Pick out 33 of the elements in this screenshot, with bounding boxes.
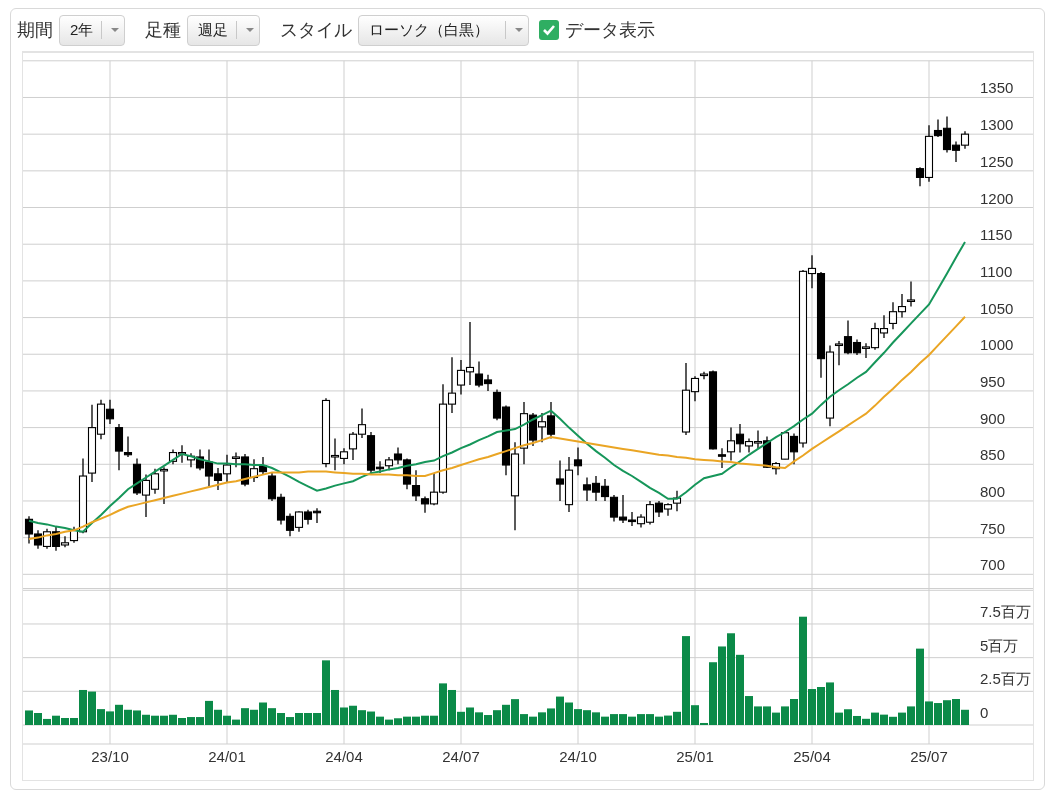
field-label: スタイル	[280, 18, 353, 42]
axis-label: 25/04	[793, 748, 831, 765]
axis-label: 24/07	[442, 748, 480, 765]
axis-label: 25/01	[676, 748, 714, 765]
axis-label: 1200	[980, 189, 1014, 207]
axis-label: 23/10	[91, 748, 129, 765]
axis-label: 1050	[980, 299, 1014, 317]
dropdown[interactable]: 週足	[187, 14, 261, 46]
axis-label: 0	[980, 704, 989, 721]
field-label: 期間	[17, 18, 53, 42]
axis-label: 800	[980, 482, 1006, 500]
axis-label: 24/10	[559, 748, 597, 765]
field-label: 足種	[145, 18, 182, 42]
axis-label: 900	[980, 409, 1006, 427]
axis-label: 850	[980, 446, 1006, 464]
axis-label: 2.5百万	[980, 670, 1031, 688]
axis-label: 5百万	[980, 636, 1019, 654]
axis-label: 1100	[980, 262, 1013, 280]
axis-label: 700	[980, 556, 1006, 574]
axis-label: 25/07	[910, 748, 948, 765]
axis-label: 750	[980, 519, 1006, 537]
axis-label: 24/04	[325, 748, 363, 765]
axis-label: 1350	[980, 79, 1014, 97]
checkbox-label: データ表示	[565, 18, 656, 42]
axis-label: 7.5百万	[980, 602, 1031, 620]
axis-label: 950	[980, 372, 1006, 390]
axis-label: 24/01	[208, 748, 246, 765]
axis-label: 1150	[980, 226, 1013, 244]
axis-label: 1300	[980, 116, 1014, 134]
dropdown[interactable]: 2年	[59, 14, 126, 46]
axis-label: 1250	[980, 152, 1014, 170]
axis-label: 1000	[980, 336, 1014, 354]
dropdown[interactable]: ローソク（白黒）	[358, 14, 530, 46]
